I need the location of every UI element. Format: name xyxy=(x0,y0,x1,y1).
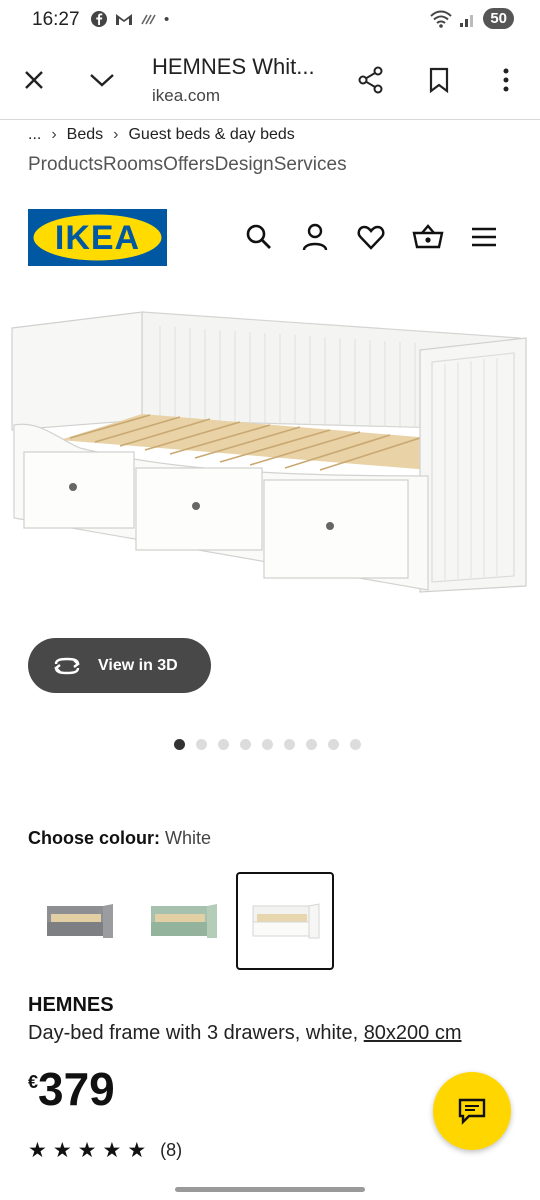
battery-badge: 50 xyxy=(483,8,514,29)
price-currency: € xyxy=(28,1072,39,1092)
cell-signal-icon xyxy=(460,14,474,27)
heart-icon xyxy=(357,225,385,250)
gallery-dot[interactable] xyxy=(328,739,339,750)
notification-icons: • xyxy=(90,10,169,28)
star-icon: ★ xyxy=(28,1139,47,1162)
chat-button[interactable] xyxy=(433,1072,511,1150)
view-in-3d-label: View in 3D xyxy=(98,656,178,674)
chevron-right-icon: › xyxy=(113,126,119,143)
star-icon: ★ xyxy=(127,1139,147,1162)
grey-daybed-thumbnail xyxy=(47,904,113,938)
nav-offers[interactable]: Offers xyxy=(163,154,214,176)
page-url: ikea.com xyxy=(152,86,221,105)
size-link[interactable]: 80x200 cm xyxy=(364,1022,462,1044)
bookmark-button[interactable] xyxy=(419,60,459,100)
colour-value: White xyxy=(165,828,212,848)
gallery-dot[interactable] xyxy=(218,739,229,750)
user-icon xyxy=(302,223,328,251)
gallery-dot[interactable] xyxy=(306,739,317,750)
colour-option-green[interactable] xyxy=(134,872,232,970)
product-description-text: Day-bed frame with 3 drawers, white, xyxy=(28,1022,364,1044)
chat-icon xyxy=(458,1098,486,1125)
system-icons: 50 xyxy=(429,8,514,29)
gallery-pagination xyxy=(174,739,361,750)
facebook-icon xyxy=(91,11,107,27)
product-name: HEMNES xyxy=(28,994,114,1016)
colour-option-white[interactable] xyxy=(236,872,334,970)
ikea-logo[interactable]: IKEA xyxy=(28,209,167,266)
close-button[interactable] xyxy=(14,60,54,100)
nav-rooms[interactable]: Rooms xyxy=(103,154,163,176)
status-time: 16:27 xyxy=(32,9,80,30)
star-icon: ★ xyxy=(77,1139,97,1162)
rating-count: (8) xyxy=(160,1140,183,1160)
cart-button[interactable] xyxy=(412,222,444,252)
account-button[interactable] xyxy=(300,222,330,252)
menu-button[interactable] xyxy=(469,222,499,252)
dot-icon: • xyxy=(164,10,170,28)
hamburger-menu-icon xyxy=(472,227,496,247)
favourites-button[interactable] xyxy=(356,222,386,252)
breadcrumb: ... › Beds › Guest beds & day beds xyxy=(28,126,295,144)
gallery-dot[interactable] xyxy=(262,739,273,750)
product-rating[interactable]: ★ ★ ★ ★ ★ (8) xyxy=(28,1140,182,1161)
nav-products[interactable]: Products xyxy=(28,154,103,176)
product-image[interactable] xyxy=(0,290,540,610)
nav-services[interactable]: Services xyxy=(274,154,347,176)
bookmark-icon xyxy=(429,67,449,93)
share-button[interactable] xyxy=(351,60,391,100)
signal-off-icon xyxy=(141,14,156,25)
rotate-3d-icon xyxy=(54,657,80,674)
view-in-3d-button[interactable]: View in 3D xyxy=(28,638,211,693)
colour-label: Choose colour: xyxy=(28,828,161,848)
gallery-dot[interactable] xyxy=(240,739,251,750)
breadcrumb-ellipsis[interactable]: ... xyxy=(28,126,41,144)
status-bar: 16:27 • 50 xyxy=(0,0,540,40)
chevron-down-icon xyxy=(90,74,114,87)
breadcrumb-guest-beds[interactable]: Guest beds & day beds xyxy=(128,126,294,144)
white-daybed-thumbnail xyxy=(252,903,320,939)
wifi-icon xyxy=(430,10,453,28)
price-amount: 379 xyxy=(38,1063,115,1115)
nav-design[interactable]: Design xyxy=(215,154,274,176)
star-icon: ★ xyxy=(52,1139,72,1162)
top-nav: Products Rooms Offers Design Services xyxy=(28,154,347,176)
gallery-dot[interactable] xyxy=(284,739,295,750)
more-vertical-icon xyxy=(503,68,509,92)
breadcrumb-beds[interactable]: Beds xyxy=(67,126,103,144)
search-button[interactable] xyxy=(244,222,274,252)
basket-icon xyxy=(412,224,444,249)
star-icon: ★ xyxy=(102,1139,122,1162)
product-price: €379 xyxy=(28,1062,115,1116)
home-indicator[interactable] xyxy=(175,1187,365,1192)
browser-toolbar: HEMNES Whit... ikea.com xyxy=(0,40,540,120)
gallery-dot[interactable] xyxy=(196,739,207,750)
green-daybed-thumbnail xyxy=(151,904,217,938)
colour-option-grey[interactable] xyxy=(30,872,128,970)
minimize-button[interactable] xyxy=(82,60,122,100)
search-icon xyxy=(246,224,271,249)
chevron-right-icon: › xyxy=(51,126,57,143)
more-options-button[interactable] xyxy=(486,60,526,100)
close-icon xyxy=(25,71,43,89)
page-title: HEMNES Whit... xyxy=(152,54,315,79)
logo-text: IKEA xyxy=(55,219,140,257)
product-description: Day-bed frame with 3 drawers, white, 80x… xyxy=(28,1022,462,1045)
share-icon xyxy=(358,66,383,94)
gallery-dot[interactable] xyxy=(350,739,361,750)
gallery-dot[interactable] xyxy=(174,739,185,750)
gmail-icon xyxy=(116,14,132,25)
colour-selector-label: Choose colour: White xyxy=(28,828,211,849)
